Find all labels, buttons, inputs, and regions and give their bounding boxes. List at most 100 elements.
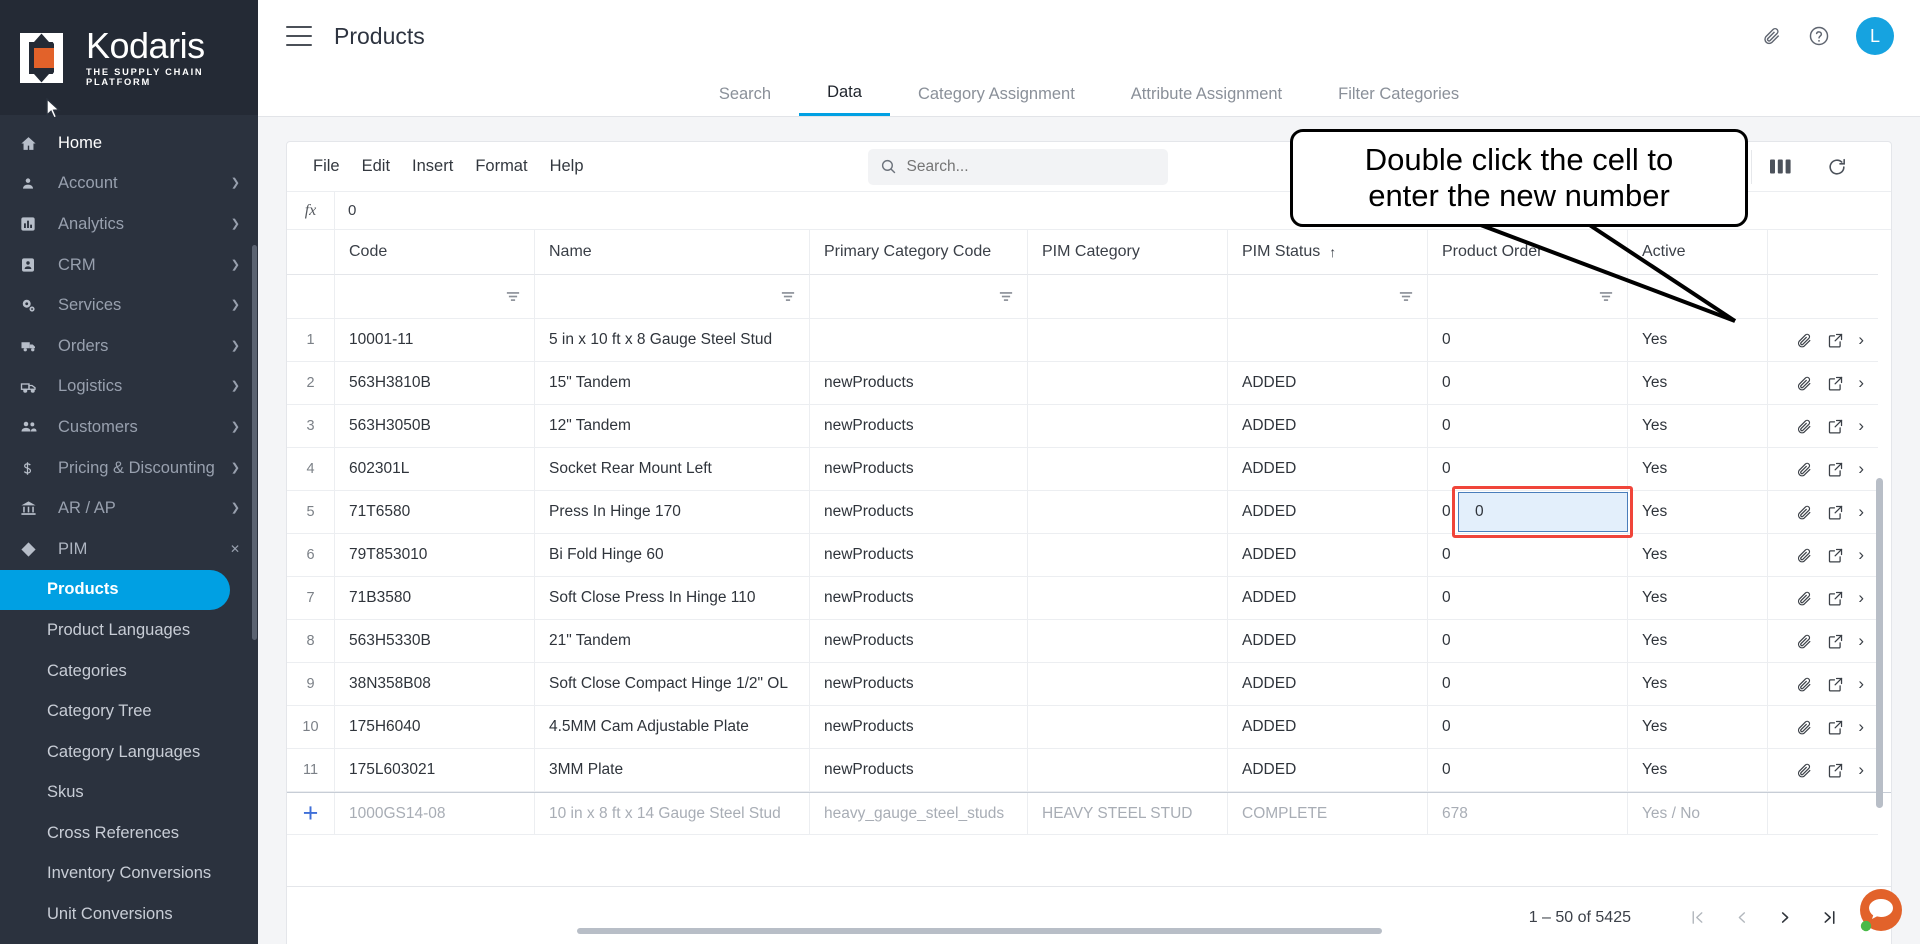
cell-pim-status[interactable]: ADDED: [1228, 405, 1428, 448]
cell-code[interactable]: 79T853010: [335, 534, 535, 577]
next-page-icon[interactable]: [1763, 896, 1807, 940]
hamburger-icon[interactable]: [286, 26, 312, 46]
cell-active[interactable]: Yes: [1628, 577, 1768, 620]
sidebar-item-unit-conversions[interactable]: Unit Conversions: [0, 894, 258, 935]
tab-category-assignment[interactable]: Category Assignment: [890, 72, 1103, 116]
sidebar-item-pricing-discounting[interactable]: Pricing & Discounting ❯: [0, 448, 258, 489]
cell-code[interactable]: 563H3050B: [335, 405, 535, 448]
grid-search-box[interactable]: [867, 148, 1168, 185]
sidebar-item-services[interactable]: Services ❯: [0, 285, 258, 326]
cell-pim-status[interactable]: ADDED: [1228, 706, 1428, 749]
cell-name[interactable]: 3MM Plate: [535, 749, 810, 792]
filter-cell-primary-category-code[interactable]: [810, 275, 1028, 319]
paperclip-icon[interactable]: [1762, 26, 1782, 46]
table-row[interactable]: 8 563H5330B 21" Tandem newProducts ADDED 0 Yes…: [287, 620, 1891, 663]
paperclip-icon[interactable]: [1796, 418, 1813, 435]
cell-pim-status[interactable]: ADDED: [1228, 448, 1428, 491]
cell-name[interactable]: 5 in x 10 ft x 8 Gauge Steel Stud: [535, 319, 810, 362]
sidebar-item-category-tree[interactable]: Category Tree: [0, 691, 258, 732]
table-row[interactable]: 9 38N358B08 Soft Close Compact Hinge 1/2" …: [287, 663, 1891, 706]
sidebar-item-home[interactable]: Home: [0, 123, 258, 164]
tab-data[interactable]: Data: [799, 72, 890, 116]
external-link-icon[interactable]: [1827, 762, 1844, 779]
cell-code[interactable]: 71T6580: [335, 491, 535, 534]
cell-code[interactable]: 175L603021: [335, 749, 535, 792]
external-link-icon[interactable]: [1827, 418, 1844, 435]
menu-edit[interactable]: Edit: [362, 157, 390, 176]
cell-primary-category-code[interactable]: newProducts: [810, 491, 1028, 534]
sidebar-item-ar-ap[interactable]: AR / AP ❯: [0, 488, 258, 529]
table-row[interactable]: 1 10001-11 5 in x 10 ft x 8 Gauge Steel St…: [287, 319, 1891, 362]
paperclip-icon[interactable]: [1796, 762, 1813, 779]
new-row-cell-code[interactable]: 1000GS14-08: [335, 793, 535, 835]
cell-pim-category[interactable]: [1028, 620, 1228, 663]
cell-index[interactable]: 7: [287, 577, 335, 620]
table-row[interactable]: 2 563H3810B 15" Tandem newProducts ADDED 0 Yes…: [287, 362, 1891, 405]
cell-pim-status[interactable]: ADDED: [1228, 620, 1428, 663]
sidebar-item-crm[interactable]: CRM ❯: [0, 245, 258, 286]
cell-product-order[interactable]: 0: [1428, 620, 1628, 663]
paperclip-icon[interactable]: [1796, 375, 1813, 392]
grid-header-code[interactable]: Code: [335, 230, 535, 275]
filter-cell-code[interactable]: [335, 275, 535, 319]
sidebar-item-categories[interactable]: Categories: [0, 651, 258, 692]
cell-pim-status[interactable]: ADDED: [1228, 534, 1428, 577]
cell-pim-status[interactable]: [1228, 319, 1428, 362]
grid-vertical-scrollbar[interactable]: [1876, 478, 1883, 808]
cell-name[interactable]: Press In Hinge 170: [535, 491, 810, 534]
chevron-right-icon[interactable]: ›: [1858, 631, 1864, 651]
cell-name[interactable]: Soft Close Compact Hinge 1/2" OL: [535, 663, 810, 706]
chevron-right-icon[interactable]: ›: [1858, 502, 1864, 522]
sidebar-item-products[interactable]: Products: [0, 569, 230, 611]
cell-pim-category[interactable]: [1028, 448, 1228, 491]
cell-pim-category[interactable]: [1028, 362, 1228, 405]
external-link-icon[interactable]: [1827, 461, 1844, 478]
chevron-right-icon[interactable]: ›: [1858, 416, 1864, 436]
cell-name[interactable]: 15" Tandem: [535, 362, 810, 405]
cell-product-order[interactable]: 0: [1428, 577, 1628, 620]
paperclip-icon[interactable]: [1796, 461, 1813, 478]
external-link-icon[interactable]: [1827, 504, 1844, 521]
sidebar-item-pim[interactable]: PIM ✕: [0, 529, 258, 570]
menu-file[interactable]: File: [313, 157, 340, 176]
cell-code[interactable]: 10001-11: [335, 319, 535, 362]
cell-pim-category[interactable]: [1028, 319, 1228, 362]
chat-bubble-icon[interactable]: [1856, 886, 1904, 934]
grid-header-primary-category-code[interactable]: Primary Category Code: [810, 230, 1028, 275]
menu-help[interactable]: Help: [550, 157, 584, 176]
cell-pim-status[interactable]: ADDED: [1228, 577, 1428, 620]
external-link-icon[interactable]: [1827, 590, 1844, 607]
selected-cell-product-order[interactable]: 0: [1458, 492, 1628, 532]
external-link-icon[interactable]: [1827, 719, 1844, 736]
filter-cell-product-order[interactable]: [1428, 275, 1628, 319]
avatar[interactable]: L: [1856, 17, 1894, 55]
cell-active[interactable]: Yes: [1628, 362, 1768, 405]
cell-active[interactable]: Yes: [1628, 663, 1768, 706]
sidebar-item-customers[interactable]: Customers ❯: [0, 407, 258, 448]
cell-pim-category[interactable]: [1028, 405, 1228, 448]
cell-pim-category[interactable]: [1028, 663, 1228, 706]
external-link-icon[interactable]: [1827, 547, 1844, 564]
cell-product-order[interactable]: 0: [1428, 362, 1628, 405]
add-new-row[interactable]: +1000GS14-08 10 in x 8 ft x 14 Gauge Stee…: [287, 792, 1891, 835]
cell-index[interactable]: 2: [287, 362, 335, 405]
paperclip-icon[interactable]: [1796, 719, 1813, 736]
cell-active[interactable]: Yes: [1628, 534, 1768, 577]
filter-cell-name[interactable]: [535, 275, 810, 319]
cell-active[interactable]: Yes: [1628, 491, 1768, 534]
cell-code[interactable]: 38N358B08: [335, 663, 535, 706]
grid-header-active[interactable]: Active: [1628, 230, 1768, 275]
tab-search[interactable]: Search: [691, 72, 799, 116]
cell-name[interactable]: Socket Rear Mount Left: [535, 448, 810, 491]
new-row-cell-primary-category-code[interactable]: heavy_gauge_steel_studs: [810, 793, 1028, 835]
cell-code[interactable]: 175H6040: [335, 706, 535, 749]
paperclip-icon[interactable]: [1796, 504, 1813, 521]
chevron-right-icon[interactable]: ›: [1858, 330, 1864, 350]
cell-pim-category[interactable]: [1028, 491, 1228, 534]
columns-icon[interactable]: [1752, 158, 1809, 175]
cell-product-order[interactable]: 0: [1428, 448, 1628, 491]
new-row-cell-pim-status[interactable]: COMPLETE: [1228, 793, 1428, 835]
table-row[interactable]: 5 71T6580 Press In Hinge 170 newProducts ADD…: [287, 491, 1891, 534]
external-link-icon[interactable]: [1827, 375, 1844, 392]
table-row[interactable]: 11 175L603021 3MM Plate newProducts ADDED 0 Ye…: [287, 749, 1891, 792]
